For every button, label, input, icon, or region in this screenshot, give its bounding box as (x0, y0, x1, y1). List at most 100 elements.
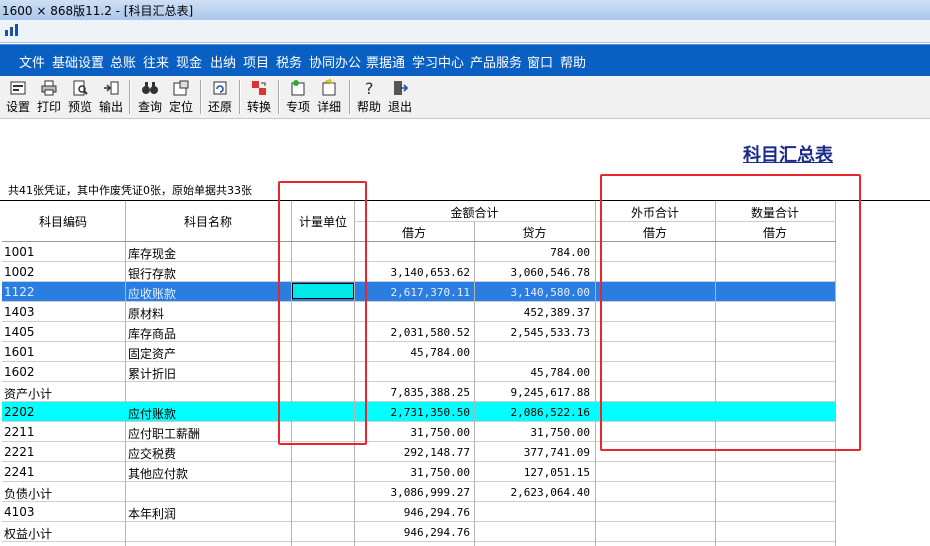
debit-amount: 2,031,580.52 (390, 326, 470, 339)
account-code: 4103 (4, 505, 35, 519)
printer-icon (41, 80, 57, 96)
detail-button[interactable]: 详细 (315, 78, 343, 116)
menu-help[interactable]: 帮助 (560, 52, 586, 71)
settings-icon (10, 81, 26, 95)
locate-icon (173, 80, 189, 96)
menu-cashier[interactable]: 出纳 (210, 52, 236, 71)
account-code: 资产小计 (4, 387, 53, 401)
restore-label: 还原 (207, 100, 232, 114)
restore-icon (213, 81, 227, 95)
menu-products[interactable]: 产品服务 (470, 52, 522, 71)
special-button[interactable]: 专项 (284, 78, 312, 116)
locate-button[interactable]: 定位 (167, 78, 195, 116)
menu-invoice[interactable]: 票据通 (366, 52, 405, 71)
account-name: 应交税费 (128, 447, 177, 461)
debit-amount: 946,294.76 (403, 506, 470, 519)
exit-button[interactable]: 退出 (386, 78, 414, 116)
menu-general-ledger[interactable]: 总账 (110, 52, 136, 71)
header-debit: 借方 (401, 226, 426, 240)
account-code: 2202 (4, 405, 35, 419)
exit-label: 退出 (387, 100, 412, 114)
print-label: 打印 (36, 100, 61, 114)
credit-amount: 2,623,064.40 (510, 486, 590, 499)
credit-amount: 9,245,617.88 (510, 386, 590, 399)
menu-collaboration[interactable]: 协同办公 (309, 52, 361, 71)
print-button[interactable]: 打印 (35, 78, 63, 116)
detail-label: 详细 (316, 100, 341, 114)
credit-amount: 3,140,580.00 (510, 286, 590, 299)
account-code: 负债小计 (4, 487, 53, 501)
menu-accounts[interactable]: 往来 (143, 52, 169, 71)
debit-amount: 2,617,370.11 (390, 286, 470, 299)
help-button[interactable]: ? 帮助 (355, 78, 383, 116)
menu-cash[interactable]: 现金 (176, 52, 202, 71)
menu-project[interactable]: 项目 (243, 52, 269, 71)
debit-amount: 45,784.00 (410, 346, 470, 359)
toolbar-separator (200, 80, 202, 114)
menu-bar: 文件 基础设置 总账 往来 现金 出纳 项目 税务 协同办公 票据通 学习中心 … (0, 44, 930, 77)
credit-amount: 31,750.00 (530, 426, 590, 439)
menu-learning[interactable]: 学习中心 (412, 52, 464, 71)
account-name: 银行存款 (128, 267, 177, 281)
account-name: 应付账款 (128, 407, 177, 421)
detail-icon (322, 79, 336, 96)
account-code: 2241 (4, 465, 35, 479)
header-name: 科目名称 (183, 215, 232, 229)
table-row[interactable]: 负债小计 3,086,999.27 2,623,064.40 (2, 482, 836, 502)
account-code: 1001 (4, 245, 35, 259)
grid-line (595, 201, 596, 546)
settings-button[interactable]: 设置 (4, 78, 32, 116)
menu-tax[interactable]: 税务 (276, 52, 302, 71)
query-label: 查询 (137, 100, 162, 114)
debit-amount: 3,140,653.62 (390, 266, 470, 279)
binoculars-icon (142, 82, 158, 94)
settings-label: 设置 (5, 100, 30, 114)
debit-amount: 3,086,999.27 (390, 486, 470, 499)
convert-button[interactable]: 转换 (245, 78, 273, 116)
debit-amount: 2,731,350.50 (390, 406, 470, 419)
grid-line (474, 221, 475, 546)
preview-icon (73, 80, 88, 96)
report-title: 科目汇总表 (743, 145, 833, 166)
account-code: 1122 (4, 285, 35, 299)
debit-amount: 7,835,388.25 (390, 386, 470, 399)
query-button[interactable]: 查询 (136, 78, 164, 116)
debit-amount: 31,750.00 (410, 426, 470, 439)
credit-amount: 2,545,533.73 (510, 326, 590, 339)
debit-amount: 31,750.00 (410, 466, 470, 479)
account-code: 1403 (4, 305, 35, 319)
voucher-summary: 共41张凭证，其中作废凭证0张，原始单据共33张 (8, 184, 252, 197)
mdi-strip (0, 20, 930, 43)
account-name: 库存现金 (128, 247, 177, 261)
table-row[interactable]: 2241 其他应付款 31,750.00 127,051.15 (2, 462, 836, 482)
account-name: 本年利润 (128, 507, 177, 521)
account-code: 1602 (4, 365, 35, 379)
svg-text:?: ? (365, 79, 374, 97)
annotation-box-fx-qty (600, 174, 861, 451)
app-icon (5, 24, 18, 36)
table-row[interactable]: 4103 本年利润 946,294.76 (2, 502, 836, 522)
export-button[interactable]: 输出 (97, 78, 125, 116)
export-icon (104, 81, 119, 95)
account-name: 固定资产 (128, 347, 177, 361)
help-label: 帮助 (356, 100, 381, 114)
account-name: 应付职工薪酬 (128, 427, 201, 441)
toolbar-separator (129, 80, 131, 114)
preview-button[interactable]: 预览 (66, 78, 94, 116)
account-code: 1405 (4, 325, 35, 339)
header-credit: 贷方 (522, 226, 547, 240)
credit-amount: 127,051.15 (523, 466, 590, 479)
window-titlebar: 1600 × 868版11.2 - [科目汇总表] (0, 0, 930, 20)
menu-window[interactable]: 窗口 (527, 52, 553, 71)
account-code: 2221 (4, 445, 35, 459)
toolbar-separator (349, 80, 351, 114)
account-code: 1601 (4, 345, 35, 359)
table-row[interactable]: 权益小计 946,294.76 (2, 522, 836, 542)
restore-button[interactable]: 还原 (206, 78, 234, 116)
menu-file[interactable]: 文件 (19, 52, 45, 71)
header-code: 科目编码 (38, 215, 87, 229)
toolbar-separator (278, 80, 280, 114)
grid-line (2, 541, 836, 542)
menu-basic-settings[interactable]: 基础设置 (52, 52, 104, 71)
account-name: 累计折旧 (128, 367, 177, 381)
